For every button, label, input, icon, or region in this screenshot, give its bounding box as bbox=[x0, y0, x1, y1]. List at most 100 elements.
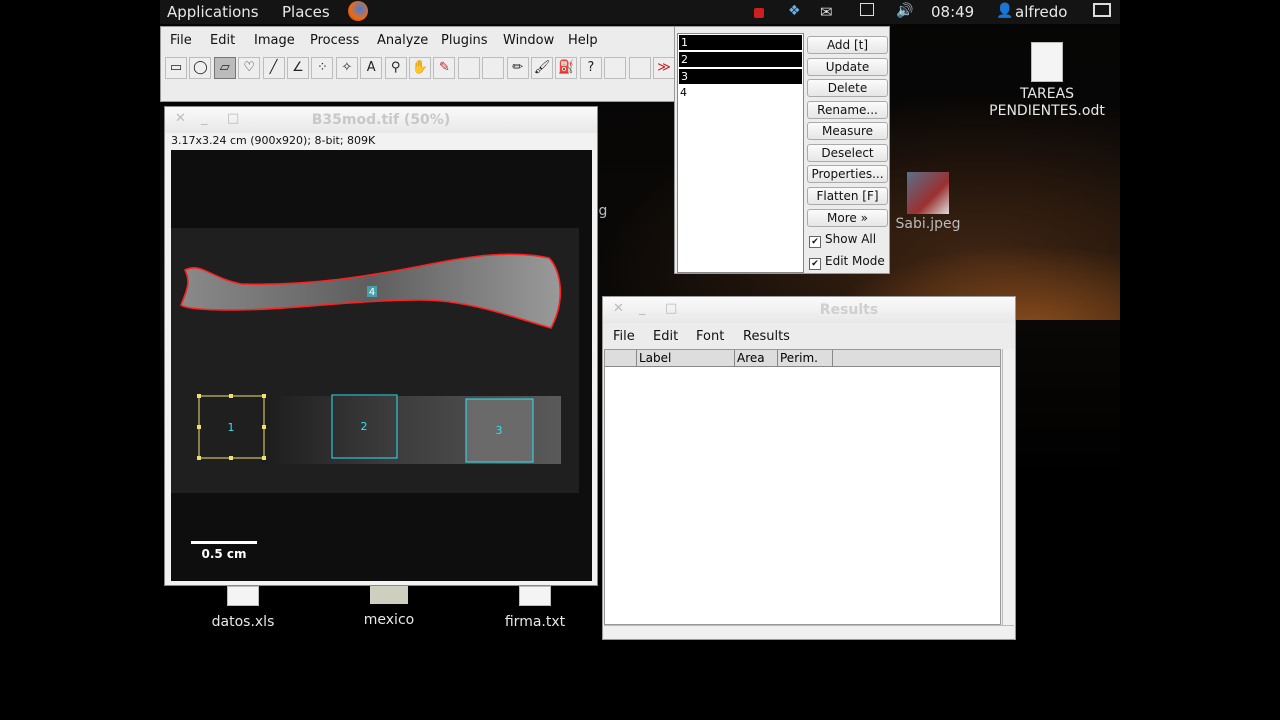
roi-list[interactable]: 1 2 3 4 bbox=[677, 33, 804, 273]
properties-button[interactable]: Properties... bbox=[807, 165, 888, 183]
more-button[interactable]: More » bbox=[807, 209, 888, 227]
freehand-icon[interactable]: ♡ bbox=[238, 57, 261, 79]
brush-icon[interactable]: 🖌 bbox=[531, 57, 553, 79]
desktop-icon-datos[interactable]: datos.xls bbox=[203, 586, 283, 630]
results-menu-font[interactable]: Font bbox=[696, 329, 724, 344]
show-all-checkbox[interactable]: ✔ Show All bbox=[809, 232, 876, 248]
vertical-scrollbar[interactable] bbox=[1002, 349, 1015, 625]
horizontal-scrollbar[interactable] bbox=[604, 625, 1014, 638]
dropper-icon[interactable]: ✎ bbox=[433, 57, 456, 79]
menu-file[interactable]: File bbox=[170, 33, 192, 48]
wand-icon[interactable]: ✧ bbox=[335, 57, 358, 79]
image-canvas[interactable]: 4 1 2 3 0.5 cm bbox=[171, 150, 592, 581]
places-menu[interactable]: Places bbox=[282, 3, 330, 21]
desktop-icon-mexico[interactable]: mexico bbox=[349, 586, 429, 628]
line-icon[interactable]: ╱ bbox=[262, 57, 285, 79]
column-header-label[interactable]: Label bbox=[637, 350, 735, 366]
chat-icon[interactable] bbox=[860, 3, 874, 16]
results-menu-file[interactable]: File bbox=[613, 329, 635, 344]
deselect-button[interactable]: Deselect bbox=[807, 144, 888, 162]
roi-3[interactable]: 3 bbox=[465, 398, 534, 463]
text-icon[interactable]: A bbox=[360, 57, 383, 79]
menu-plugins[interactable]: Plugins bbox=[441, 33, 488, 48]
checkmark-icon: ✔ bbox=[809, 236, 821, 248]
spreadsheet-file-icon bbox=[227, 586, 259, 606]
user-menu[interactable]: alfredo bbox=[1015, 3, 1067, 21]
dropbox-icon[interactable]: ❖ bbox=[788, 3, 806, 19]
results-window: ✕ _ □ Results File Edit Font Results Lab… bbox=[602, 296, 1016, 640]
column-header-perim[interactable]: Perim. bbox=[778, 350, 833, 366]
firefox-icon[interactable] bbox=[348, 1, 368, 21]
menu-edit[interactable]: Edit bbox=[210, 33, 235, 48]
flatten-button[interactable]: Flatten [F] bbox=[807, 187, 888, 205]
edit-mode-label: Edit Mode bbox=[825, 254, 885, 268]
desktop-icon-label: mexico bbox=[363, 612, 415, 628]
point-icon[interactable]: ⁘ bbox=[311, 57, 334, 79]
angle-icon[interactable]: ∠ bbox=[287, 57, 309, 79]
results-menu-results[interactable]: Results bbox=[743, 329, 790, 344]
roi-list-item[interactable]: 2 bbox=[678, 51, 803, 68]
rectangle-icon[interactable]: ▭ bbox=[165, 57, 187, 79]
pencil-icon[interactable]: ✏ bbox=[506, 57, 529, 79]
checkmark-icon: ✔ bbox=[809, 258, 821, 270]
roi-label-4: 4 bbox=[367, 286, 377, 298]
empty-tool-slot bbox=[482, 57, 505, 79]
applications-menu[interactable]: Applications bbox=[167, 3, 259, 21]
results-table-header: Label Area Perim. bbox=[605, 350, 1000, 367]
more-tools-icon[interactable]: ≫ bbox=[653, 57, 675, 79]
roi-manager-window: 1 2 3 4 Add [t] Update Delete Rename... … bbox=[674, 26, 890, 274]
clock[interactable]: 08:49 bbox=[931, 3, 974, 21]
image-window-titlebar[interactable]: ✕ _ □ B35mod.tif (50%) bbox=[165, 107, 597, 133]
user-icon: 👤 bbox=[996, 3, 1014, 19]
desktop-icon-label: TAREAS PENDIENTES.odt bbox=[989, 86, 1105, 119]
top-panel: Applications Places ❖ ✉ 🔊 08:49 👤 alfred… bbox=[160, 0, 1120, 24]
roi-label-2: 2 bbox=[361, 420, 368, 433]
rename-button[interactable]: Rename... bbox=[807, 101, 888, 119]
help-icon[interactable]: ? bbox=[579, 57, 602, 79]
column-header-index[interactable] bbox=[605, 350, 637, 366]
monitor-icon[interactable] bbox=[1093, 3, 1111, 17]
empty-tool-slot bbox=[628, 57, 651, 79]
desktop-icon-sabi[interactable]: Sabi.jpeg bbox=[888, 172, 968, 232]
maximize-icon[interactable]: □ bbox=[665, 301, 677, 316]
roi-list-item[interactable]: 1 bbox=[678, 34, 803, 51]
record-indicator-icon[interactable] bbox=[754, 8, 764, 18]
menu-process[interactable]: Process bbox=[310, 33, 359, 48]
menu-image[interactable]: Image bbox=[254, 33, 295, 48]
minimize-icon[interactable]: _ bbox=[639, 301, 646, 316]
roi-label-3: 3 bbox=[496, 424, 503, 437]
roi-list-item[interactable]: 3 bbox=[678, 68, 803, 85]
measure-button[interactable]: Measure bbox=[807, 122, 888, 140]
oval-icon[interactable]: ◯ bbox=[189, 57, 212, 79]
desktop-icon-tareas[interactable]: TAREAS PENDIENTES.odt bbox=[982, 42, 1112, 120]
menu-window[interactable]: Window bbox=[503, 33, 554, 48]
roi-list-item[interactable]: 4 bbox=[678, 85, 803, 100]
menu-analyze[interactable]: Analyze bbox=[377, 33, 428, 48]
empty-tool-slot bbox=[604, 57, 627, 79]
xray-image[interactable]: 4 1 2 3 0.5 cm bbox=[171, 150, 592, 581]
image-info: 3.17x3.24 cm (900x920); 8-bit; 809K bbox=[171, 134, 376, 147]
delete-button[interactable]: Delete bbox=[807, 79, 888, 97]
results-menu-edit[interactable]: Edit bbox=[653, 329, 678, 344]
hand-icon[interactable]: ✋ bbox=[409, 57, 431, 79]
edit-mode-checkbox[interactable]: ✔ Edit Mode bbox=[809, 254, 885, 270]
image-thumbnail-icon bbox=[907, 172, 949, 214]
menu-help[interactable]: Help bbox=[568, 33, 598, 48]
image-window-title: B35mod.tif (50%) bbox=[311, 112, 451, 128]
close-icon[interactable]: ✕ bbox=[613, 301, 624, 316]
results-table[interactable]: Label Area Perim. bbox=[604, 349, 1001, 625]
imagej-main-window: File Edit Image Process Analyze Plugins … bbox=[160, 26, 678, 102]
update-button[interactable]: Update bbox=[807, 58, 888, 76]
mail-icon[interactable]: ✉ bbox=[820, 3, 838, 21]
desktop: Applications Places ❖ ✉ 🔊 08:49 👤 alfred… bbox=[160, 0, 1120, 720]
volume-icon[interactable]: 🔊 bbox=[896, 3, 914, 19]
polygon-icon[interactable]: ▱ bbox=[213, 57, 236, 79]
column-header-area[interactable]: Area bbox=[735, 350, 778, 366]
desktop-icon-firma[interactable]: firma.txt bbox=[495, 586, 575, 630]
magnifier-icon[interactable]: ⚲ bbox=[384, 57, 407, 79]
flood-fill-icon[interactable]: ⛽ bbox=[555, 57, 578, 79]
add-button[interactable]: Add [t] bbox=[807, 36, 888, 54]
results-title: Results bbox=[819, 302, 879, 318]
roi-label-1: 1 bbox=[228, 421, 235, 434]
results-titlebar[interactable]: ✕ _ □ Results bbox=[603, 297, 1015, 323]
